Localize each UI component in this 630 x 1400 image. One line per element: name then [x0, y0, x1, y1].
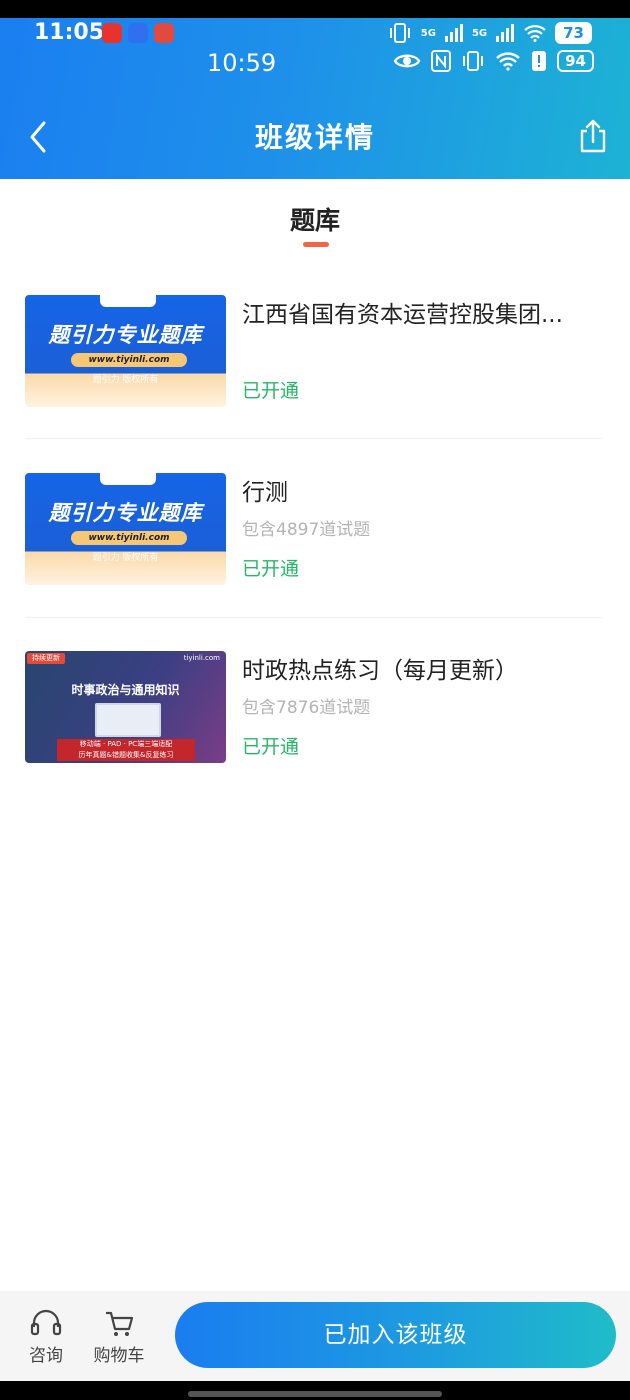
thumb-feature-line: 移动端 · PAD · PC端三端适配 — [79, 740, 173, 748]
status-icons-inner: 94 — [393, 50, 594, 72]
thumb-title: 题引力专业题库 — [48, 323, 203, 347]
thumb-title: 题引力专业题库 — [48, 501, 203, 525]
nfc-icon — [431, 50, 452, 72]
item-thumbnail: 题引力专业题库 www.tiyinli.com 题引力 版权所有 — [25, 473, 226, 585]
alert-icon — [532, 51, 547, 71]
tab-question-bank[interactable]: 题库 — [0, 201, 630, 237]
cart-button[interactable]: 购物车 — [90, 1309, 148, 1366]
consult-button[interactable]: 咨询 — [24, 1309, 68, 1366]
vibrate-icon — [463, 51, 484, 71]
signal-icon — [444, 24, 463, 42]
item-question-count: 包含7876道试题 — [242, 698, 371, 718]
item-question-count: 包含4897道试题 — [242, 520, 371, 540]
thumb-copyright: 题引力 版权所有 — [92, 553, 159, 563]
thumb-subtitle: 时事政治与通用知识 — [71, 683, 180, 697]
thumb-url: www.tiyinli.com — [71, 353, 187, 367]
thumb-logo — [100, 473, 156, 485]
thumb-badge: 持续更新 — [27, 653, 65, 664]
headset-icon — [30, 1309, 62, 1336]
content-area: 题库 题引力专业题库 www.tiyinli.com 题引力 版权所有 江西省国… — [0, 179, 630, 1291]
signal-label-2: 5G — [471, 27, 488, 39]
status-time-inner: 10:59 — [207, 49, 277, 77]
item-title: 时政热点练习（每月更新） — [242, 658, 518, 684]
header: 11:05 5G 5G 73 10:59 94 班级详情 — [0, 18, 630, 179]
item-title: 江西省国有资本运营控股集团... — [242, 302, 563, 328]
list-item[interactable]: 题引力专业题库 www.tiyinli.com 题引力 版权所有 行测 包含48… — [25, 473, 602, 585]
cart-icon — [106, 1311, 134, 1336]
bottom-bar: 咨询 购物车 已加入该班级 — [0, 1291, 630, 1381]
status-icons-outer: 5G 5G 73 — [387, 22, 592, 44]
joined-class-button[interactable]: 已加入该班级 — [175, 1302, 616, 1368]
page-title: 班级详情 — [254, 121, 375, 154]
battery-inner: 94 — [557, 50, 594, 72]
item-status: 已开通 — [242, 736, 300, 758]
home-indicator-bar — [0, 1381, 630, 1400]
item-title: 行测 — [242, 480, 288, 506]
app-notification-icon — [128, 23, 148, 43]
app-notification-icon — [102, 23, 122, 43]
system-top-band — [0, 0, 630, 18]
thumb-feature-box: 移动端 · PAD · PC端三端适配 历年真题&错题收集&反复练习 — [57, 739, 195, 761]
item-thumbnail: 持续更新 tiyinli.com 时事政治与通用知识 移动端 · PAD · P… — [25, 651, 226, 763]
app-notification-icon — [154, 23, 174, 43]
signal-icon — [496, 24, 515, 42]
thumb-url: www.tiyinli.com — [71, 531, 187, 545]
consult-label: 咨询 — [29, 1346, 63, 1366]
item-status: 已开通 — [242, 558, 300, 580]
item-status: 已开通 — [242, 380, 300, 402]
thumb-logo — [100, 295, 156, 307]
divider — [25, 438, 602, 439]
cart-label: 购物车 — [93, 1346, 145, 1366]
divider — [25, 617, 602, 618]
vibrate-icon — [389, 23, 410, 43]
home-indicator[interactable] — [188, 1391, 442, 1397]
device-illustration — [95, 703, 161, 737]
list-item[interactable]: 持续更新 tiyinli.com 时事政治与通用知识 移动端 · PAD · P… — [25, 651, 602, 763]
thumb-copyright: 题引力 版权所有 — [92, 375, 159, 385]
signal-label-1: 5G — [420, 27, 436, 39]
battery-outer: 73 — [555, 22, 592, 44]
list-item[interactable]: 题引力专业题库 www.tiyinli.com 题引力 版权所有 江西省国有资本… — [25, 295, 602, 407]
share-icon[interactable] — [578, 118, 608, 154]
tab-underline — [303, 242, 329, 247]
status-app-icons — [102, 23, 174, 43]
wifi-icon — [524, 25, 546, 42]
eye-icon — [393, 54, 421, 68]
thumb-feature-line: 历年真题&错题收集&反复练习 — [78, 751, 174, 759]
item-thumbnail: 题引力专业题库 www.tiyinli.com 题引力 版权所有 — [25, 295, 226, 407]
wifi-icon — [496, 52, 520, 71]
thumb-site: tiyinli.com — [183, 654, 220, 662]
status-time-outer: 11:05 — [34, 20, 105, 45]
